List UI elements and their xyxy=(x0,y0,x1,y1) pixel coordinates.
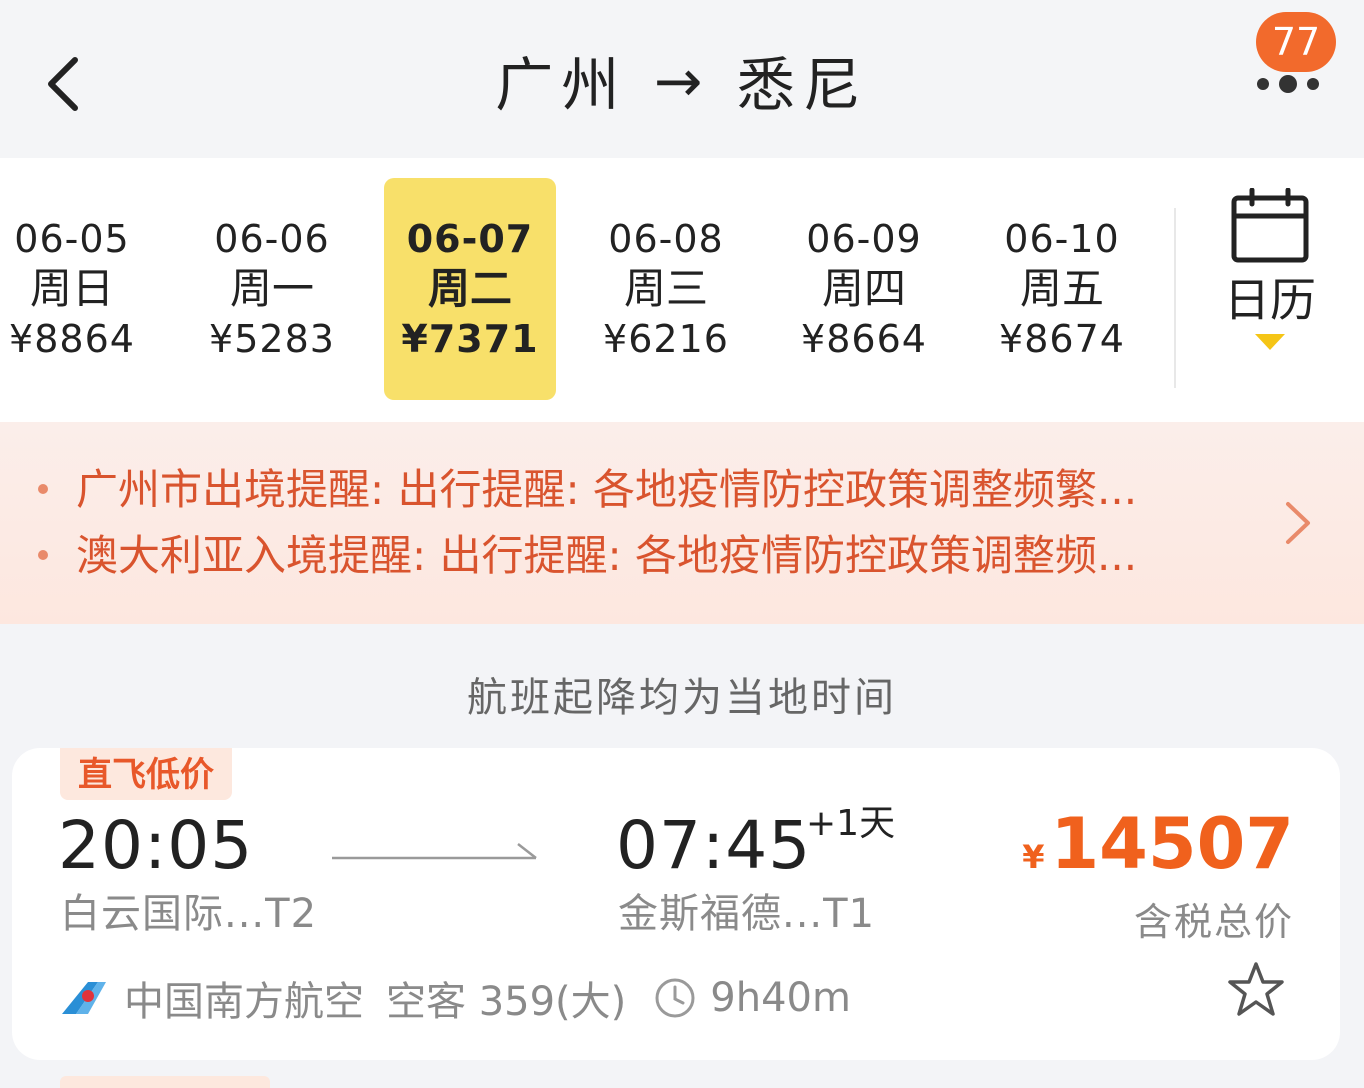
calendar-icon xyxy=(1231,187,1309,263)
notice-text: 广州市出境提醒: 出行提醒: 各地疫情防控政策调整频繁... xyxy=(76,465,1138,514)
clock-icon xyxy=(655,978,695,1018)
local-time-hint: 航班起降均为当地时间 xyxy=(467,675,897,721)
china-southern-logo-icon xyxy=(62,982,106,1014)
date-option-06-07-selected[interactable]: 06-07 周二 ¥7371 xyxy=(384,178,556,400)
route-arrow: → xyxy=(653,47,711,115)
flight-price: ¥14507 xyxy=(1022,804,1294,884)
notice-text: 澳大利亚入境提醒: 出行提醒: 各地疫情防控政策调整频... xyxy=(76,531,1138,580)
weekday-label: 周五 xyxy=(1019,264,1104,313)
promo-tag: 直飞低价 xyxy=(60,748,232,800)
price-note: 含税总价 xyxy=(1133,900,1294,944)
date-option-06-08[interactable]: 06-08 周三 ¥6216 xyxy=(580,178,752,400)
date-option-06-10[interactable]: 06-10 周五 ¥8674 xyxy=(976,178,1148,400)
date-price: ¥8664 xyxy=(801,317,927,361)
favorite-star-icon[interactable] xyxy=(1226,960,1286,1020)
weekday-label: 周一 xyxy=(229,264,314,313)
weekday-label: 周三 xyxy=(623,264,708,313)
departure-airport: 白云国际...T2 xyxy=(60,891,318,937)
bullet-dot-icon xyxy=(38,550,48,560)
date-label: 06-06 xyxy=(214,217,330,261)
flight-card[interactable]: 直飞低价 20:05 白云国际...T2 07:45 +1天 金斯福德...T1… xyxy=(12,748,1340,1060)
date-label: 06-05 xyxy=(14,217,130,261)
date-label: 06-10 xyxy=(1004,217,1120,261)
price-value: 14507 xyxy=(1050,803,1294,885)
airline-name: 中国南方航空 xyxy=(124,979,364,1025)
calendar-button[interactable]: 日历 xyxy=(1200,187,1340,398)
date-option-06-09[interactable]: 06-09 周四 ¥8664 xyxy=(778,178,950,400)
arrival-airport: 金斯福德...T1 xyxy=(618,891,876,937)
weekday-label: 周四 xyxy=(821,264,906,313)
chevron-right-icon xyxy=(1286,502,1310,544)
flight-arrow-icon xyxy=(332,843,537,860)
currency-symbol: ¥ xyxy=(1022,838,1045,876)
weekday-label: 周二 xyxy=(427,264,512,313)
aircraft-type: 空客 359(大) xyxy=(386,979,627,1025)
caret-down-icon xyxy=(1255,334,1285,350)
calendar-label: 日历 xyxy=(1224,273,1316,327)
date-price: ¥8674 xyxy=(999,317,1125,361)
more-dots-icon[interactable] xyxy=(1250,70,1326,98)
date-price: ¥6216 xyxy=(603,317,729,361)
top-nav-bar: 广州 → 悉尼 77 xyxy=(0,0,1364,158)
date-label: 06-09 xyxy=(806,217,922,261)
next-card-tag-peek xyxy=(60,1076,270,1088)
arrival-time: 07:45 xyxy=(616,807,812,884)
weekday-label: 周日 xyxy=(29,264,114,313)
date-option-06-05[interactable]: 06-05 周日 ¥8864 xyxy=(0,178,158,400)
destination-city: 悉尼 xyxy=(736,51,869,119)
origin-city: 广州 xyxy=(495,51,628,119)
bullet-dot-icon xyxy=(38,484,48,494)
date-label: 06-07 xyxy=(406,217,534,261)
date-price: ¥8864 xyxy=(9,317,135,361)
divider xyxy=(1174,208,1176,388)
date-price: ¥7371 xyxy=(401,317,539,361)
travel-notice-banner[interactable]: 广州市出境提醒: 出行提醒: 各地疫情防控政策调整频繁... 澳大利亚入境提醒:… xyxy=(0,422,1364,624)
day-offset: +1天 xyxy=(806,803,896,844)
date-price: ¥5283 xyxy=(209,317,335,361)
departure-time: 20:05 xyxy=(58,807,254,884)
flight-duration: 9h40m xyxy=(710,975,851,1021)
route-title: 广州 → 悉尼 xyxy=(0,47,1364,120)
date-selector: 06-05 周日 ¥8864 06-06 周一 ¥5283 06-07 周二 ¥… xyxy=(0,158,1364,422)
message-count-badge[interactable]: 77 xyxy=(1256,12,1336,72)
date-label: 06-08 xyxy=(608,217,724,261)
notice-item: 澳大利亚入境提醒: 出行提醒: 各地疫情防控政策调整频... xyxy=(38,526,1238,586)
date-option-06-06[interactable]: 06-06 周一 ¥5283 xyxy=(186,178,358,400)
flight-info-row: 中国南方航空 空客 359(大) 9h40m xyxy=(58,970,851,1026)
notice-item: 广州市出境提醒: 出行提醒: 各地疫情防控政策调整频繁... xyxy=(38,460,1238,520)
